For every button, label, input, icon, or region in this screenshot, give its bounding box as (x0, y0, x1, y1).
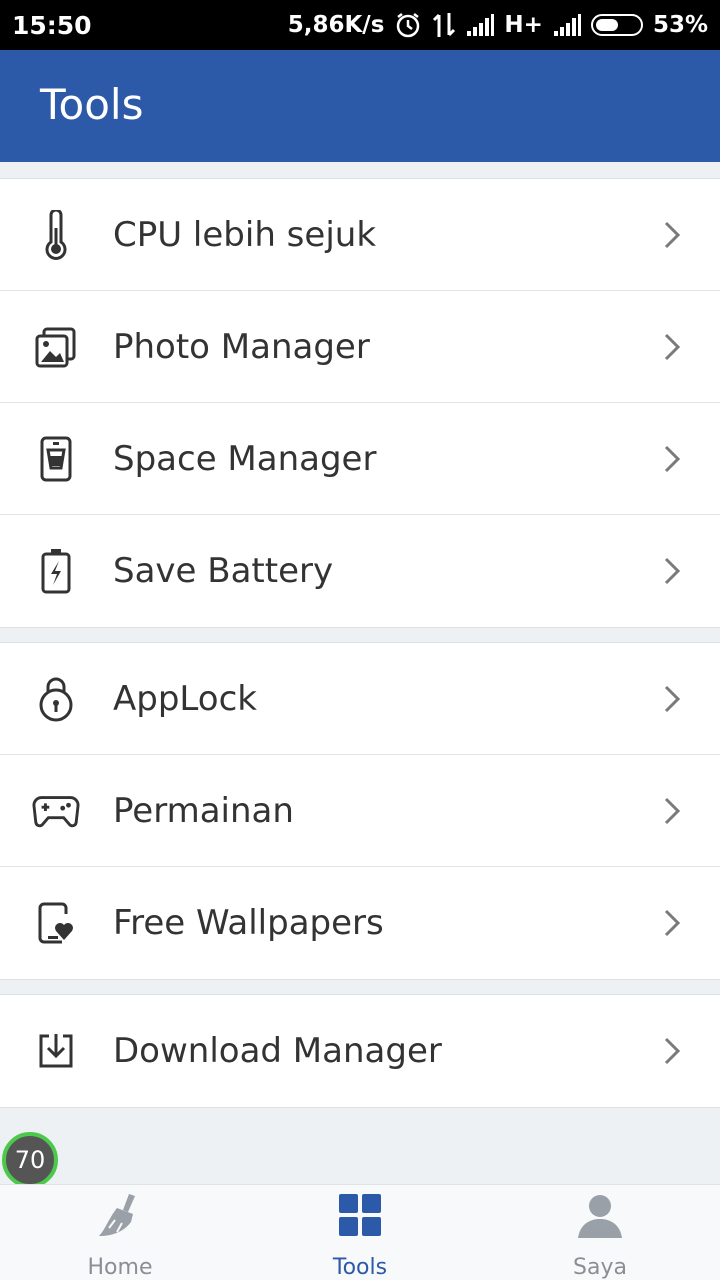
broom-icon (93, 1189, 147, 1241)
menu-item-download-manager[interactable]: Download Manager (0, 995, 720, 1107)
status-time: 15:50 (12, 10, 92, 40)
data-transfer-icon (432, 11, 456, 39)
menu-item-games[interactable]: Permainan (0, 755, 720, 867)
tools-group-1: CPU lebih sejuk Photo Manager Space Mana… (0, 178, 720, 628)
floating-memory-badge[interactable]: 70 (2, 1132, 58, 1188)
menu-item-space-manager[interactable]: Space Manager (0, 403, 720, 515)
page-title: Tools (40, 80, 144, 129)
app-bar: Tools (0, 50, 720, 162)
chevron-right-icon (662, 220, 682, 250)
tools-group-2: AppLock Permainan Free Wallpapers (0, 642, 720, 980)
battery-percent: 53% (652, 12, 708, 38)
bottom-navigation: Home Tools Saya (0, 1184, 720, 1280)
lock-icon (32, 675, 80, 723)
menu-item-photo-manager[interactable]: Photo Manager (0, 291, 720, 403)
gamepad-icon (32, 787, 80, 835)
menu-item-label: Save Battery (113, 551, 334, 591)
chevron-right-icon (662, 332, 682, 362)
menu-item-label: CPU lebih sejuk (113, 214, 377, 255)
network-speed: 5,86K/s (287, 12, 385, 38)
user-icon (573, 1189, 627, 1241)
menu-item-applock[interactable]: AppLock (0, 643, 720, 755)
battery-icon (32, 547, 80, 595)
chevron-right-icon (662, 908, 682, 938)
menu-item-label: AppLock (113, 678, 257, 719)
menu-item-label: Photo Manager (113, 326, 370, 367)
battery-icon (590, 14, 643, 36)
nav-label: Home (87, 1255, 153, 1280)
menu-item-label: Download Manager (113, 1031, 442, 1071)
menu-item-free-wallpapers[interactable]: Free Wallpapers (0, 867, 720, 979)
badge-value: 70 (14, 1146, 46, 1174)
tools-group-3: Download Manager (0, 994, 720, 1108)
signal-icon (553, 13, 581, 37)
chevron-right-icon (662, 1036, 682, 1066)
menu-item-cpu-cooler[interactable]: CPU lebih sejuk (0, 179, 720, 291)
menu-item-label: Space Manager (113, 438, 377, 479)
nav-home[interactable]: Home (0, 1185, 240, 1280)
signal-icon (466, 13, 495, 37)
nav-label: Tools (332, 1255, 388, 1280)
network-type: H+ (504, 12, 543, 38)
alarm-icon (394, 11, 422, 39)
chevron-right-icon (662, 444, 682, 474)
menu-item-label: Free Wallpapers (113, 903, 384, 943)
download-icon (32, 1027, 80, 1075)
photo-icon (32, 323, 80, 371)
phone-storage-icon (32, 435, 80, 483)
nav-label: Saya (573, 1255, 627, 1280)
thermometer-icon (32, 209, 80, 260)
grid-icon (333, 1189, 387, 1241)
menu-item-label: Permainan (113, 790, 294, 831)
chevron-right-icon (662, 796, 682, 826)
chevron-right-icon (662, 684, 682, 714)
wallpaper-heart-icon (32, 899, 80, 947)
status-bar: 15:50 5,86K/s H+ 53% (0, 0, 720, 50)
chevron-right-icon (662, 556, 682, 586)
nav-tools[interactable]: Tools (240, 1185, 480, 1280)
nav-profile[interactable]: Saya (480, 1185, 720, 1280)
menu-item-save-battery[interactable]: Save Battery (0, 515, 720, 627)
